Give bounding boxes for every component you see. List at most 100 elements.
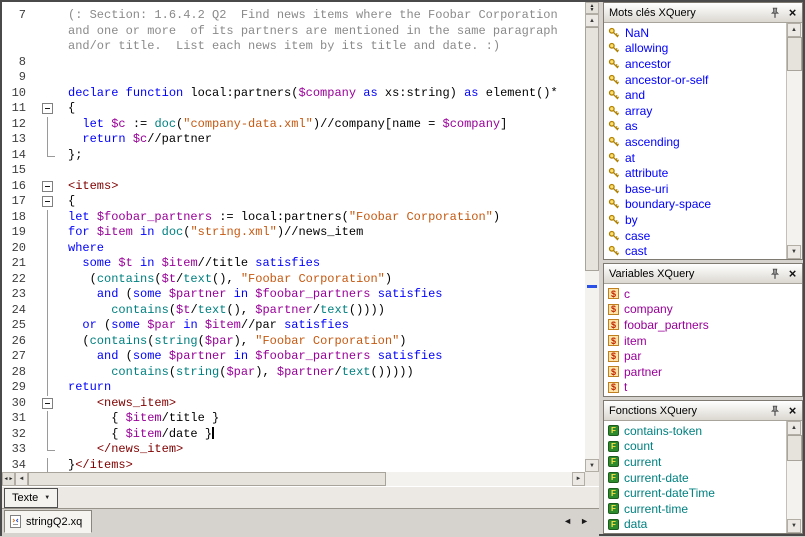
scroll-down-icon[interactable]: ▼	[787, 519, 801, 533]
list-item[interactable]: NaN	[604, 25, 786, 41]
code-line[interactable]: 22 (contains($t/text(), "Foobar Corporat…	[2, 272, 585, 288]
list-item[interactable]: by	[604, 212, 786, 228]
horizontal-scrollbar[interactable]: ◄► ◄ ►	[2, 472, 599, 486]
scroll-down-icon[interactable]: ▼	[585, 459, 599, 472]
horizontal-scroll-track[interactable]	[28, 472, 572, 486]
list-item[interactable]: ancestor	[604, 56, 786, 72]
list-item[interactable]: foobar_partners	[604, 317, 802, 333]
code-editor[interactable]: 7(: Section: 1.6.4.2 Q2 Find news items …	[2, 2, 585, 472]
fold-toggle-icon[interactable]	[26, 101, 62, 117]
list-item[interactable]: t	[604, 380, 802, 396]
vertical-scroll-thumb[interactable]	[585, 27, 599, 271]
code-line[interactable]: 31 { $item/title }	[2, 411, 585, 427]
list-item[interactable]: current-time	[604, 501, 786, 517]
scroll-down-icon[interactable]: ▼	[787, 245, 801, 259]
code-line[interactable]: 13 return $c//partner	[2, 132, 585, 148]
fold-toggle-icon[interactable]	[26, 179, 62, 195]
list-item[interactable]: ancestor-or-self	[604, 72, 786, 88]
code-line[interactable]: 34}</items>	[2, 458, 585, 473]
list-item[interactable]: and	[604, 87, 786, 103]
code-line[interactable]: 20where	[2, 241, 585, 257]
vertical-scrollbar[interactable]: ▲▼ ▲ ▼	[585, 2, 599, 472]
tab-scroll-left-icon[interactable]: ◄	[563, 516, 572, 526]
code-line[interactable]: 12 let $c := doc("company-data.xml")//co…	[2, 117, 585, 133]
code-line[interactable]: 21 some $t in $item//title satisfies	[2, 256, 585, 272]
panel-header: Variables XQuery ×	[604, 264, 802, 284]
split-handle-icon[interactable]: ▲▼	[585, 2, 599, 14]
scroll-right-icon[interactable]: ►	[572, 472, 585, 486]
code-line[interactable]: 14};	[2, 148, 585, 164]
panel-scroll-track[interactable]	[787, 37, 802, 245]
list-item[interactable]: company	[604, 302, 802, 318]
list-item[interactable]: c	[604, 286, 802, 302]
code-line[interactable]: 26 (contains(string($par), "Foobar Corpo…	[2, 334, 585, 350]
code-line[interactable]: 33 </news_item>	[2, 442, 585, 458]
panel-scrollbar[interactable]: ▲ ▼	[786, 421, 802, 533]
file-tab[interactable]: stringQ2.xq	[4, 510, 92, 533]
list-item[interactable]: item	[604, 333, 802, 349]
fold-toggle-icon[interactable]	[26, 194, 62, 210]
list-item-label: current	[624, 455, 661, 469]
vertical-scroll-track[interactable]	[585, 27, 599, 459]
code-line[interactable]: 15	[2, 163, 585, 179]
list-item[interactable]: partner	[604, 364, 802, 380]
text-caret	[212, 427, 214, 439]
list-item[interactable]: current	[604, 454, 786, 470]
list-item[interactable]: boundary-space	[604, 197, 786, 213]
scroll-up-icon[interactable]: ▲	[585, 14, 599, 27]
fold-toggle-icon[interactable]	[26, 396, 62, 412]
code-line[interactable]: 9	[2, 70, 585, 86]
code-line[interactable]: 29return	[2, 380, 585, 396]
hsplit-handle-icon[interactable]: ◄►	[2, 472, 15, 486]
code-line[interactable]: 27 and (some $partner in $foobar_partner…	[2, 349, 585, 365]
list-item[interactable]: cast	[604, 243, 786, 259]
code-line[interactable]: 17{	[2, 194, 585, 210]
pin-icon[interactable]	[767, 5, 782, 20]
view-mode-button[interactable]: Texte ▼	[4, 488, 58, 508]
close-icon[interactable]: ×	[785, 403, 800, 418]
horizontal-scroll-thumb[interactable]	[28, 472, 386, 486]
line-number: 18	[2, 210, 26, 226]
code-line[interactable]: 11{	[2, 101, 585, 117]
list-item[interactable]: data	[604, 517, 786, 533]
list-item[interactable]: attribute	[604, 165, 786, 181]
scroll-up-icon[interactable]: ▲	[787, 23, 801, 37]
list-item[interactable]: par	[604, 348, 802, 364]
list-item[interactable]: as	[604, 119, 786, 135]
list-item[interactable]: at	[604, 150, 786, 166]
code-line[interactable]: 28 contains(string($par), $partner/text(…	[2, 365, 585, 381]
pin-icon[interactable]	[767, 403, 782, 418]
code-line[interactable]: 25 or (some $par in $item//par satisfies	[2, 318, 585, 334]
tab-scroll-right-icon[interactable]: ►	[580, 516, 589, 526]
panel-scroll-track[interactable]	[787, 435, 802, 519]
code-line[interactable]: 10declare function local:partners($compa…	[2, 86, 585, 102]
code-line[interactable]: 7(: Section: 1.6.4.2 Q2 Find news items …	[2, 8, 585, 24]
list-item[interactable]: current-dateTime	[604, 485, 786, 501]
list-item[interactable]: current-date	[604, 470, 786, 486]
code-line[interactable]: 32 { $item/date }	[2, 427, 585, 443]
close-icon[interactable]: ×	[785, 5, 800, 20]
code-line[interactable]: 18let $foobar_partners := local:partners…	[2, 210, 585, 226]
list-item[interactable]: ascending	[604, 134, 786, 150]
list-item[interactable]: allowing	[604, 41, 786, 57]
code-line[interactable]: 16<items>	[2, 179, 585, 195]
list-item[interactable]: contains-token	[604, 423, 786, 439]
scroll-up-icon[interactable]: ▲	[787, 421, 801, 435]
scroll-left-icon[interactable]: ◄	[15, 472, 28, 486]
pin-icon[interactable]	[767, 266, 782, 281]
code-line[interactable]: 30 <news_item>	[2, 396, 585, 412]
code-line[interactable]: and/or title. List each news item by its…	[2, 39, 585, 55]
list-item[interactable]: count	[604, 439, 786, 455]
code-line[interactable]: and one or more of its partners are ment…	[2, 24, 585, 40]
code-line[interactable]: 23 and (some $partner in $foobar_partner…	[2, 287, 585, 303]
code-line[interactable]: 24 contains($t/text(), $partner/text()))…	[2, 303, 585, 319]
list-item[interactable]: base-uri	[604, 181, 786, 197]
list-item[interactable]: case	[604, 228, 786, 244]
panel-scroll-thumb[interactable]	[787, 37, 802, 71]
code-line[interactable]: 19for $item in doc("string.xml")//news_i…	[2, 225, 585, 241]
panel-scrollbar[interactable]: ▲ ▼	[786, 23, 802, 259]
code-line[interactable]: 8	[2, 55, 585, 71]
list-item[interactable]: array	[604, 103, 786, 119]
panel-scroll-thumb[interactable]	[787, 435, 802, 461]
close-icon[interactable]: ×	[785, 266, 800, 281]
